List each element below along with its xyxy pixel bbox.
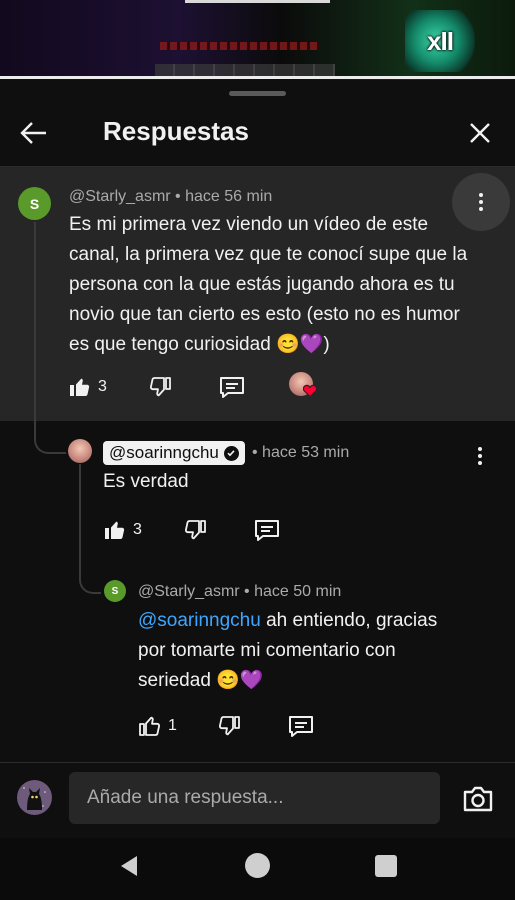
comment-time: hace 50 min xyxy=(254,583,342,600)
comment-author[interactable]: @Starly_asmr xyxy=(69,188,171,205)
avatar[interactable] xyxy=(68,439,92,463)
thumbs-down-icon xyxy=(218,716,240,736)
comment-time: hace 56 min xyxy=(185,188,273,205)
page-title: Respuestas xyxy=(103,116,249,146)
video-badge: xII xyxy=(405,10,475,72)
heart-icon xyxy=(303,384,317,397)
like-count: 1 xyxy=(168,717,177,734)
meta-separator: • xyxy=(175,188,181,205)
dislike-button[interactable] xyxy=(183,518,207,542)
thumbs-down-icon xyxy=(149,377,171,397)
arrow-left-icon xyxy=(20,122,46,144)
thumbs-up-filled-icon xyxy=(105,521,125,539)
video-progress-bar[interactable] xyxy=(0,76,515,79)
more-vert-icon xyxy=(478,447,482,451)
reply-button[interactable] xyxy=(288,714,314,738)
system-nav-bar xyxy=(0,838,515,900)
like-button[interactable]: 3 xyxy=(68,375,107,399)
back-button[interactable] xyxy=(12,111,56,155)
thumbs-up-icon xyxy=(139,716,161,736)
comment-meta: @Starly_asmr • hace 50 min xyxy=(138,583,341,601)
video-player-strip[interactable]: xII xyxy=(0,0,515,80)
dislike-button[interactable] xyxy=(217,714,241,738)
creator-heart[interactable] xyxy=(289,372,317,397)
comment-author: @soarinngchu xyxy=(109,443,219,462)
comment-text: @soarinngchu ah entiendo, gracias por to… xyxy=(138,606,468,696)
avatar[interactable]: S xyxy=(104,580,126,602)
comment-icon xyxy=(255,520,279,541)
camera-button[interactable] xyxy=(458,779,498,819)
triangle-back-icon xyxy=(121,856,137,876)
video-top-bar xyxy=(185,0,330,3)
more-options-button[interactable] xyxy=(466,441,494,471)
cat-avatar-icon xyxy=(23,787,46,810)
thread-connector xyxy=(34,222,66,454)
meta-separator: • xyxy=(244,583,250,600)
reply-button[interactable] xyxy=(254,518,280,542)
replies-sheet: Respuestas S @Starly_asmr • hace 56 min … xyxy=(0,80,515,760)
avatar[interactable]: S xyxy=(18,187,51,220)
thumbs-up-filled-icon xyxy=(70,378,90,396)
comment-text: Es verdad xyxy=(103,471,189,492)
avatar xyxy=(17,780,52,815)
like-count: 3 xyxy=(133,521,142,538)
comment-text: Es mi primera vez viendo un vídeo de est… xyxy=(69,214,468,355)
like-button[interactable]: 3 xyxy=(103,518,142,542)
nav-recents-button[interactable] xyxy=(375,855,397,877)
parent-comment: S @Starly_asmr • hace 56 min Es mi prime… xyxy=(0,167,515,421)
game-hotbar xyxy=(155,64,335,76)
nav-home-button[interactable] xyxy=(245,853,270,878)
thread-connector xyxy=(79,464,101,594)
reply-button[interactable] xyxy=(219,375,245,399)
camera-icon xyxy=(463,786,493,812)
replies-header: Respuestas xyxy=(0,98,515,167)
like-button[interactable]: 1 xyxy=(138,714,177,738)
creator-channel-chip[interactable]: @soarinngchu xyxy=(103,441,245,465)
close-button[interactable] xyxy=(458,111,502,155)
dislike-button[interactable] xyxy=(148,375,172,399)
comment-icon xyxy=(289,716,313,737)
comment-icon xyxy=(220,377,244,398)
like-count: 3 xyxy=(98,378,107,395)
comment-author[interactable]: @Starly_asmr xyxy=(138,583,240,600)
comment-meta: @Starly_asmr • hace 56 min xyxy=(69,188,272,206)
creator-avatar xyxy=(289,372,317,397)
mention-link[interactable]: @soarinngchu xyxy=(138,610,261,631)
reply-input[interactable] xyxy=(69,772,440,824)
nav-back-button[interactable] xyxy=(117,854,141,878)
drag-handle[interactable] xyxy=(229,91,286,96)
thumbs-down-icon xyxy=(184,520,206,540)
close-icon xyxy=(470,123,490,143)
more-vert-icon xyxy=(479,193,483,197)
verified-check-icon xyxy=(223,445,239,461)
game-health-bar xyxy=(160,42,320,50)
comment-time: • hace 53 min xyxy=(252,444,350,461)
reply-composer xyxy=(0,762,515,838)
